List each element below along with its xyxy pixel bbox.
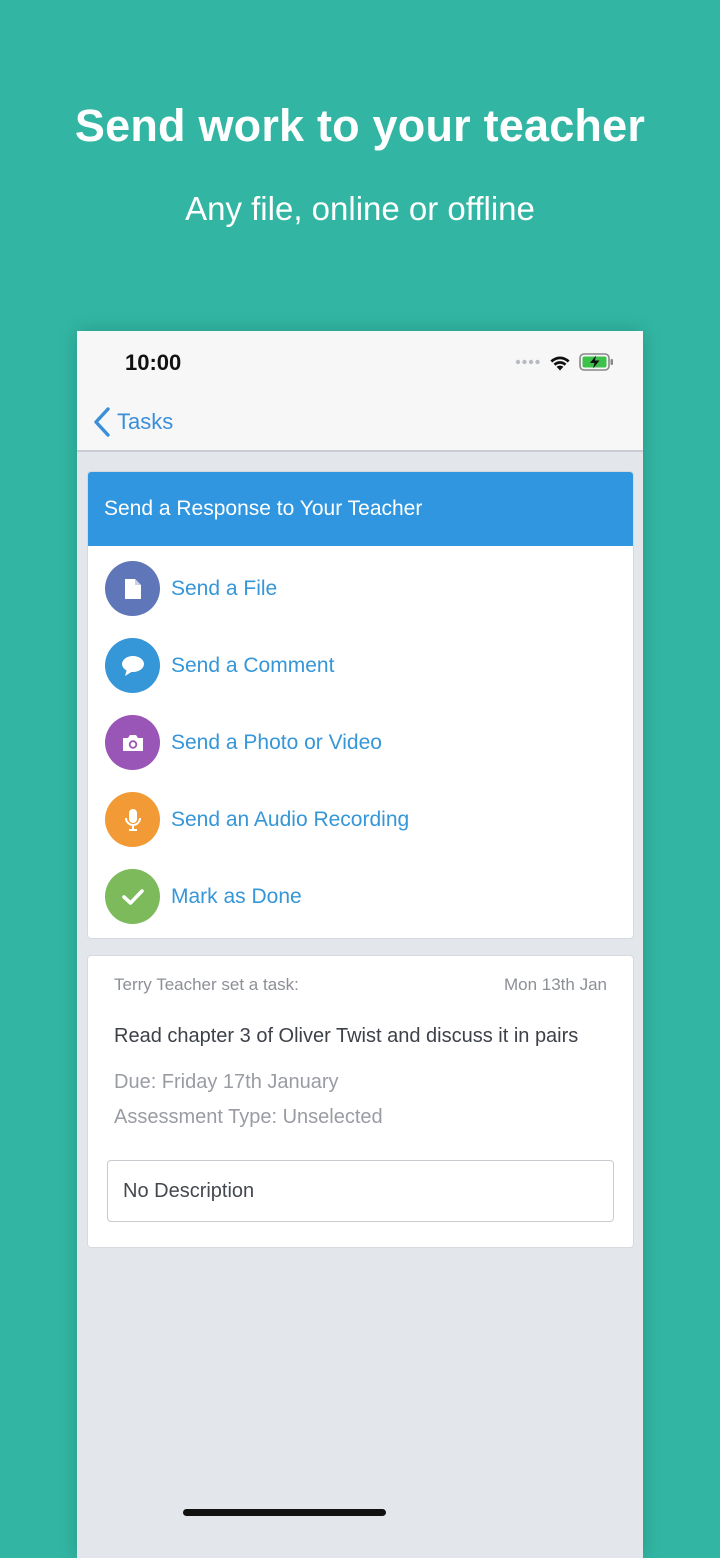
task-date: Mon 13th Jan: [503, 975, 607, 994]
hero-title: Send work to your teacher: [74, 100, 646, 151]
send-file-action[interactable]: Send a File: [88, 550, 633, 627]
send-audio-label: Send an Audio Recording: [171, 807, 410, 831]
chevron-left-icon: [94, 407, 110, 437]
back-button[interactable]: Tasks: [93, 407, 173, 437]
send-comment-label: Send a Comment: [171, 653, 335, 677]
send-photo-video-label: Send a Photo or Video: [171, 730, 382, 754]
home-indicator[interactable]: [183, 1509, 386, 1516]
task-setter: Terry Teacher set a task:: [114, 975, 299, 994]
send-audio-action[interactable]: Send an Audio Recording: [88, 781, 633, 858]
mark-as-done-label: Mark as Done: [171, 884, 302, 908]
battery-charging-icon: [579, 353, 613, 371]
camera-icon: [105, 715, 160, 770]
send-comment-action[interactable]: Send a Comment: [88, 627, 633, 704]
phone-screen: 10:00 Tasks Send a Response to Your Teac…: [77, 331, 643, 1558]
back-button-label: Tasks: [117, 409, 174, 434]
send-file-label: Send a File: [171, 576, 278, 600]
comment-icon: [105, 638, 160, 693]
task-card: Terry Teacher set a task: Mon 13th Jan R…: [87, 955, 634, 1248]
task-title: Read chapter 3 of Oliver Twist and discu…: [114, 1025, 579, 1047]
wifi-icon: [550, 356, 570, 370]
hero-subtitle: Any file, online or offline: [185, 190, 535, 227]
response-card: Send a Response to Your Teacher Send a F…: [87, 471, 634, 939]
status-icons: [515, 351, 615, 373]
send-photo-video-action[interactable]: Send a Photo or Video: [88, 704, 633, 781]
status-time: 10:00: [125, 350, 182, 375]
microphone-icon: [105, 792, 160, 847]
check-icon: [105, 869, 160, 924]
task-assessment-type: Assessment Type: Unselected: [114, 1106, 383, 1128]
file-icon: [105, 561, 160, 616]
task-description: No Description: [107, 1160, 614, 1222]
mark-as-done-action[interactable]: Mark as Done: [88, 858, 633, 935]
navigation-bar: 10:00 Tasks: [77, 331, 643, 452]
response-card-header: Send a Response to Your Teacher: [88, 472, 633, 546]
signal-dots-icon: [515, 359, 540, 365]
task-due-date: Due: Friday 17th January: [114, 1071, 339, 1093]
